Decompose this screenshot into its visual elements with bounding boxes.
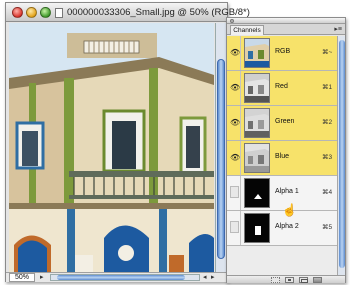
channel-thumbnail bbox=[244, 143, 270, 173]
screen: { "document_window": { "title": "0000000… bbox=[0, 0, 350, 285]
visibility-empty-box bbox=[230, 186, 239, 198]
visibility-empty-box bbox=[230, 221, 239, 233]
channel-thumbnail bbox=[244, 178, 270, 208]
document-window: 000000033306_Small.jpg @ 50% (RGB/8*) 50… bbox=[5, 2, 250, 282]
channel-name: Alpha 1 bbox=[275, 188, 299, 195]
channel-thumbnail bbox=[244, 38, 270, 68]
channel-shortcut: ⌘3 bbox=[322, 154, 333, 161]
eye-icon: 👁 bbox=[230, 83, 241, 92]
document-title: 000000033306_Small.jpg @ 50% (RGB/8*) bbox=[67, 7, 250, 18]
panel-vertical-scrollbar[interactable] bbox=[337, 36, 345, 276]
visibility-toggle[interactable] bbox=[227, 211, 241, 245]
load-selection-icon[interactable] bbox=[271, 277, 280, 283]
channel-name: RGB bbox=[275, 48, 291, 55]
image-canvas[interactable] bbox=[9, 23, 214, 272]
hand-cursor-icon: ☝ bbox=[282, 203, 297, 217]
visibility-toggle[interactable] bbox=[227, 176, 241, 210]
channel-name: Green bbox=[275, 118, 295, 125]
channel-row-rgb[interactable]: 👁 RGB ⌘~ bbox=[227, 36, 337, 71]
panel-scroll-thumb[interactable] bbox=[339, 40, 345, 268]
eye-icon: 👁 bbox=[230, 153, 241, 162]
panel-tab-row: Channels ▸≡ bbox=[227, 24, 345, 35]
horizontal-scrollbar[interactable] bbox=[50, 274, 200, 281]
channel-row-red[interactable]: 👁 Red ⌘1 bbox=[227, 71, 337, 106]
zoom-field[interactable]: 50% bbox=[9, 273, 35, 282]
channel-name: Alpha 2 bbox=[275, 223, 299, 230]
channel-shortcut: ⌘2 bbox=[322, 119, 333, 126]
channel-shortcut: ⌘1 bbox=[322, 84, 333, 91]
channel-row-blue[interactable]: 👁 Blue ⌘3 bbox=[227, 141, 337, 176]
scroll-left-arrow-icon[interactable]: ◂ bbox=[203, 273, 207, 282]
channel-thumbnail bbox=[244, 213, 270, 243]
zoom-button[interactable] bbox=[40, 7, 51, 18]
eye-icon: 👁 bbox=[230, 48, 241, 57]
close-button[interactable] bbox=[12, 7, 23, 18]
document-proxy-icon[interactable] bbox=[55, 8, 63, 18]
visibility-toggle[interactable]: 👁 bbox=[227, 106, 241, 140]
channel-name: Red bbox=[275, 83, 288, 90]
channel-shortcut: ⌘4 bbox=[322, 189, 333, 196]
channel-shortcut: ⌘5 bbox=[322, 224, 333, 231]
save-selection-icon[interactable] bbox=[285, 277, 294, 283]
panel-menu-icon[interactable]: ▸≡ bbox=[334, 25, 342, 34]
horizontal-scroll-thumb[interactable] bbox=[57, 275, 185, 280]
delete-channel-icon[interactable] bbox=[313, 277, 322, 283]
vertical-scrollbar[interactable] bbox=[215, 23, 226, 272]
channel-shortcut: ⌘~ bbox=[322, 49, 333, 56]
scroll-right-arrow-icon[interactable]: ▸ bbox=[211, 273, 215, 282]
visibility-toggle[interactable]: 👁 bbox=[227, 141, 241, 175]
channel-thumbnail bbox=[244, 73, 270, 103]
status-menu-arrow-icon[interactable]: ▸ bbox=[40, 273, 44, 282]
panel-footer bbox=[227, 275, 345, 283]
new-channel-icon[interactable] bbox=[299, 277, 308, 283]
building-photo bbox=[9, 23, 214, 272]
visibility-toggle[interactable]: 👁 bbox=[227, 71, 241, 105]
channel-list: 👁 RGB ⌘~ 👁 Red ⌘1 👁 Green ⌘2 👁 Blue ⌘3 A… bbox=[227, 36, 345, 276]
panel-close-button[interactable] bbox=[230, 19, 234, 23]
visibility-toggle[interactable]: 👁 bbox=[227, 36, 241, 70]
channel-row-green[interactable]: 👁 Green ⌘2 bbox=[227, 106, 337, 141]
vertical-scroll-thumb[interactable] bbox=[217, 59, 225, 259]
channel-name: Blue bbox=[275, 153, 290, 160]
eye-icon: 👁 bbox=[230, 118, 241, 127]
minimize-button[interactable] bbox=[26, 7, 37, 18]
status-bar: 50% ▸ ◂ ▸ bbox=[6, 272, 227, 282]
tab-channels[interactable]: Channels bbox=[230, 25, 264, 35]
channels-panel: Channels ▸≡ 👁 RGB ⌘~ 👁 Red ⌘1 👁 Green ⌘2… bbox=[226, 17, 346, 283]
document-titlebar[interactable]: 000000033306_Small.jpg @ 50% (RGB/8*) bbox=[6, 3, 250, 22]
channel-thumbnail bbox=[244, 108, 270, 138]
